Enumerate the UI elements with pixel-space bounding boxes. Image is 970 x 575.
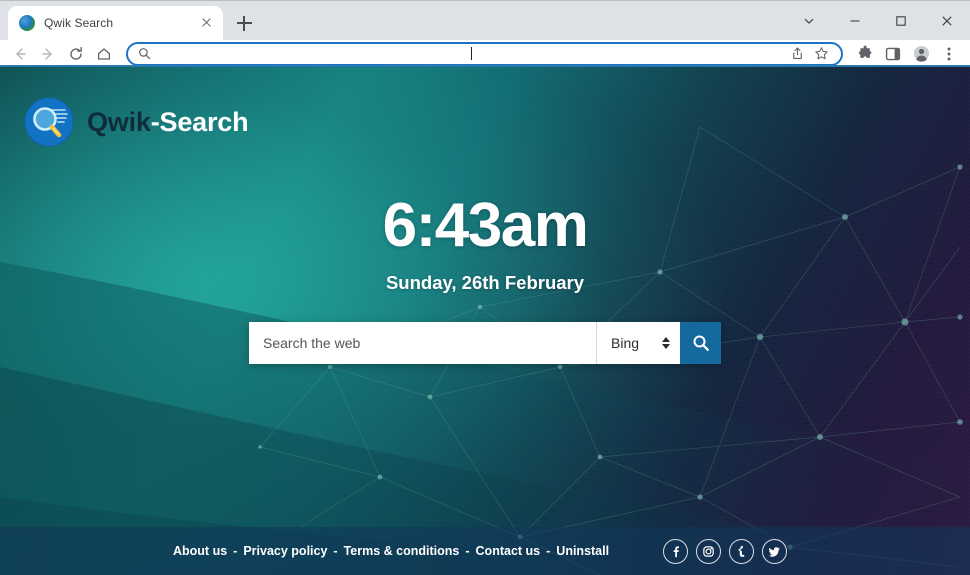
logo-wordmark: Qwik-Search (87, 106, 249, 137)
minimize-icon[interactable] (832, 1, 878, 41)
globe-favicon (19, 15, 35, 31)
page-footer: About us - Privacy policy - Terms & cond… (0, 527, 970, 575)
facebook-icon[interactable] (663, 538, 688, 564)
arrow-right-icon[interactable] (34, 41, 62, 67)
puzzle-icon[interactable] (852, 41, 878, 67)
side-panel-icon[interactable] (880, 41, 906, 67)
clock-time: 6:43am (382, 191, 589, 260)
search-submit-button[interactable] (680, 322, 721, 364)
logo-suffix: -Search (150, 106, 249, 137)
home-icon[interactable] (90, 41, 118, 67)
logo-brand: Qwik (87, 106, 151, 137)
tab-strip: Qwik Search (0, 0, 970, 40)
page-content: Qwik-Search 6:43am Sunday, 26th February… (0, 67, 970, 575)
search-input[interactable] (249, 322, 596, 364)
star-icon[interactable] (811, 44, 831, 64)
text-caret (470, 47, 472, 60)
browser-tab[interactable]: Qwik Search (8, 6, 223, 40)
arrow-left-icon[interactable] (6, 41, 34, 67)
toolbar-icons (852, 41, 962, 67)
social-links (663, 538, 787, 564)
browser-window: Qwik Search Qwik-Search 6:43am Sunday, 2… (0, 0, 970, 575)
browser-toolbar (0, 40, 970, 68)
tab-title: Qwik Search (44, 16, 114, 30)
footer-separator: - (546, 544, 551, 558)
window-controls (786, 1, 970, 41)
avatar-icon[interactable] (908, 41, 934, 67)
chevron-down-icon[interactable] (786, 1, 832, 41)
search-icon (693, 335, 709, 351)
reload-icon[interactable] (62, 41, 90, 67)
footer-link-privacy-policy[interactable]: Privacy policy (243, 544, 327, 558)
chevron-updown-icon (648, 337, 670, 349)
instagram-icon[interactable] (696, 538, 721, 564)
share-icon[interactable] (787, 44, 807, 64)
close-icon[interactable] (197, 14, 215, 32)
footer-links: About us - Privacy policy - Terms & cond… (173, 544, 609, 558)
footer-link-contact-us[interactable]: Contact us (476, 544, 541, 558)
clock-date: Sunday, 26th February (385, 272, 585, 293)
footer-separator: - (465, 544, 470, 558)
twitter-icon[interactable] (762, 538, 787, 564)
tumblr-icon[interactable] (729, 538, 754, 564)
maximize-icon[interactable] (878, 1, 924, 41)
close-icon[interactable] (924, 1, 970, 41)
search-engine-label: Bing (611, 335, 640, 351)
magnifier-logo-icon (24, 97, 74, 147)
footer-link-terms-conditions[interactable]: Terms & conditions (344, 544, 460, 558)
search-engine-select[interactable]: Bing (596, 322, 680, 364)
search-bar: Bing (249, 322, 721, 364)
footer-link-uninstall[interactable]: Uninstall (556, 544, 609, 558)
footer-separator: - (333, 544, 338, 558)
search-icon (138, 47, 152, 60)
footer-separator: - (233, 544, 238, 558)
address-bar[interactable] (126, 41, 843, 66)
new-tab-button[interactable] (230, 9, 258, 37)
kebab-menu-icon[interactable] (936, 41, 962, 67)
footer-link-about-us[interactable]: About us (173, 544, 227, 558)
site-logo[interactable]: Qwik-Search (24, 97, 249, 147)
center-block: 6:43am Sunday, 26th February Bing (0, 195, 970, 364)
